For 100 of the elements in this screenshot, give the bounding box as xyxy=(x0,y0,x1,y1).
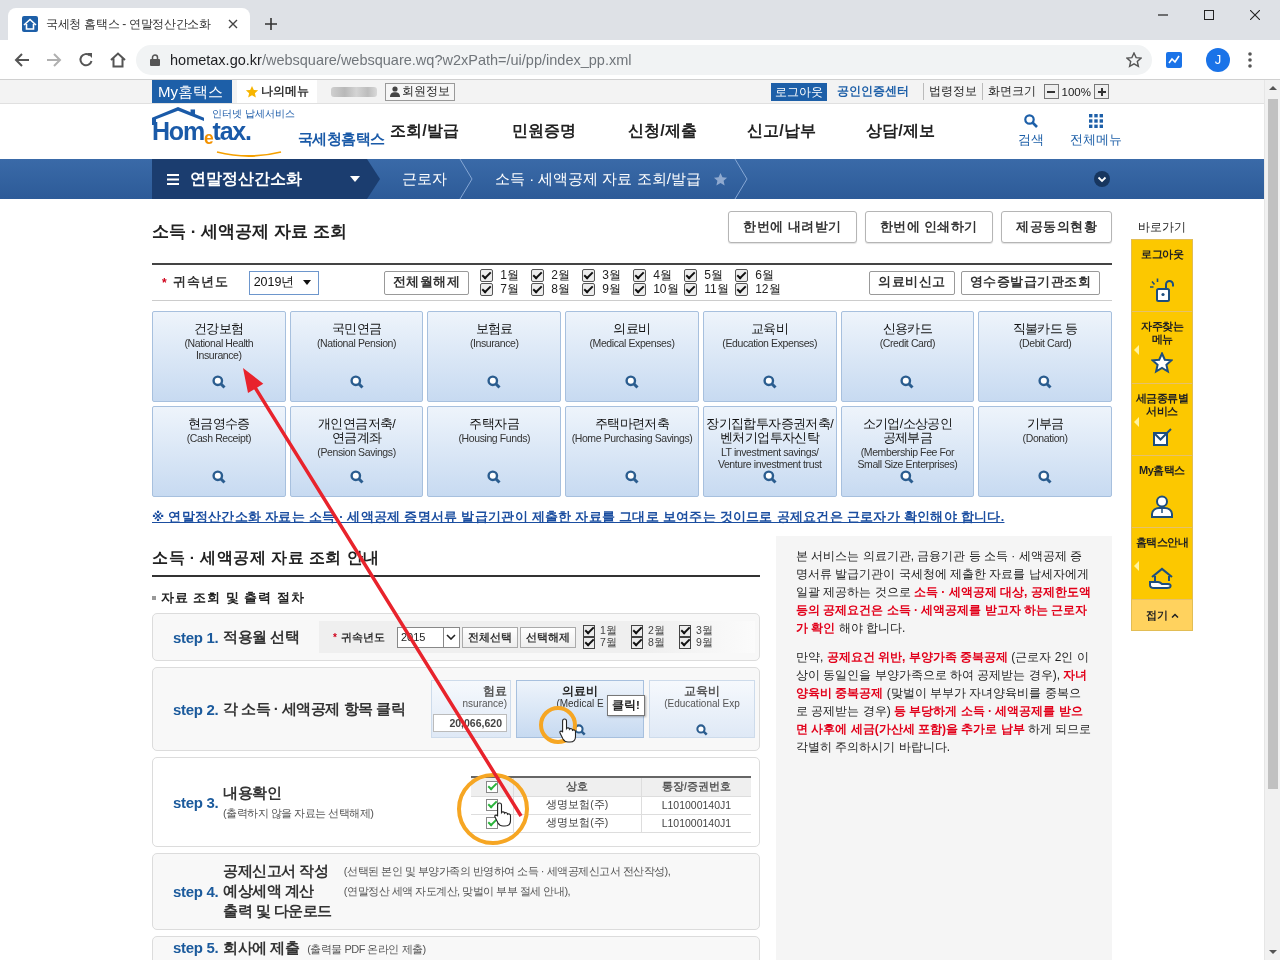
category-tile[interactable]: 개인연금저축/ 연금계좌 (Pension Savings) xyxy=(289,406,424,497)
logout-button[interactable]: 로그아웃 xyxy=(770,82,827,101)
scrollbar-thumb[interactable] xyxy=(1267,99,1278,789)
main-menu-item[interactable]: 신고/납부 xyxy=(722,121,841,142)
category-tile[interactable]: 현금영수증 (Cash Receipt) xyxy=(152,406,286,497)
row-checkbox[interactable] xyxy=(485,799,498,811)
year-select[interactable]: 2019년 xyxy=(248,270,319,295)
extension-icon[interactable] xyxy=(1166,51,1182,68)
more-icon[interactable] xyxy=(1248,51,1252,68)
section-menu-button[interactable]: 연말정산간소화 xyxy=(152,159,380,199)
month-checkbox[interactable] xyxy=(633,269,647,282)
my-menu-link[interactable]: 나의메뉴 xyxy=(237,80,317,103)
collapse-button[interactable]: 접기 xyxy=(1132,600,1192,630)
quick-menu-item[interactable]: 로그아웃 xyxy=(1132,240,1192,312)
filter-link-button[interactable]: 영수증발급기관조회 xyxy=(960,270,1100,295)
chevron-down-icon[interactable] xyxy=(1094,171,1110,187)
category-tile[interactable]: 교육비 (Education Expenses) xyxy=(702,311,837,402)
category-tile[interactable]: 건강보험 (National Health Insurance) xyxy=(152,311,286,402)
close-icon[interactable] xyxy=(228,19,238,29)
month-checkbox[interactable] xyxy=(684,269,698,282)
breadcrumb-link[interactable]: 소득 · 세액공제 자료 조회/발급 xyxy=(473,169,713,189)
category-tile[interactable]: 장기집합투자증권저축/ 벤처기업투자신탁 LT investment savings/ Venture investment trust xyxy=(702,406,837,497)
search-icon xyxy=(487,375,502,389)
cert-center-link[interactable]: 공인인증센터 xyxy=(836,83,909,100)
main-menu-item[interactable]: 민원증명 xyxy=(484,121,603,142)
month-checkbox[interactable] xyxy=(582,625,595,637)
month-checkbox[interactable] xyxy=(630,625,643,637)
category-tile[interactable]: 보험료 (Insurance) xyxy=(427,311,562,402)
minus-icon xyxy=(1047,90,1056,93)
star-icon[interactable] xyxy=(712,171,728,187)
main-menu-item[interactable]: 신청/제출 xyxy=(603,121,722,142)
month-checkbox[interactable] xyxy=(684,283,698,296)
action-button[interactable]: 한번에 인쇄하기 xyxy=(864,211,993,243)
category-tile[interactable]: 의료비 (Medical Expenses) xyxy=(565,311,699,402)
filter-link-button[interactable]: 의료비신고 xyxy=(869,270,955,295)
category-tile[interactable]: 주택마련저축 (Home Purchasing Savings) xyxy=(565,406,699,497)
month-checkbox[interactable] xyxy=(531,269,545,282)
logo-wordmark[interactable]: Hom$_{e}$tax. xyxy=(152,119,295,151)
search-icon xyxy=(762,470,777,484)
category-tile[interactable]: 국민연금 (National Pension) xyxy=(289,311,424,402)
scroll-up-icon[interactable] xyxy=(1268,86,1277,90)
mini-button[interactable]: 전체선택 xyxy=(461,626,518,648)
action-button[interactable]: 제공동의현황 xyxy=(1001,211,1112,243)
quick-menu-item[interactable]: My홈택스 xyxy=(1132,456,1192,528)
browser-tab[interactable]: 국세청 홈택스 - 연말정산간소화 xyxy=(8,8,250,40)
notice-link[interactable]: ※ 연말정산간소화 자료는 소득 · 세액공제 증명서류 발급기관이 제출한 자료를 그대로 보여주는 것이므로 공제요건은 근로자가 확인해야 합니다. xyxy=(152,509,1005,525)
reload-icon[interactable] xyxy=(78,51,94,68)
mini-category-tile[interactable]: 교육비 (Educational Exp xyxy=(649,680,755,738)
caret-down-icon xyxy=(302,280,311,285)
scroll-down-icon[interactable] xyxy=(1268,950,1277,954)
search-icon xyxy=(349,375,364,389)
close-icon[interactable] xyxy=(1250,10,1260,20)
logo-name[interactable]: 국세청홈택스 xyxy=(297,129,385,149)
back-icon[interactable] xyxy=(14,51,30,68)
breadcrumb-link[interactable]: 근로자 xyxy=(380,169,459,189)
star-icon[interactable] xyxy=(1126,51,1142,68)
quick-menu-item[interactable]: 자주찾는 메뉴 xyxy=(1132,312,1192,384)
category-tile[interactable]: 기부금 (Donation) xyxy=(978,406,1112,497)
month-checkbox[interactable] xyxy=(480,283,494,296)
row-checkbox[interactable] xyxy=(485,817,498,829)
mini-button[interactable]: 선택해제 xyxy=(519,626,576,648)
menu-icon xyxy=(167,173,179,185)
member-info-button[interactable]: 회원정보 xyxy=(385,82,455,101)
month-checkbox[interactable] xyxy=(480,269,494,282)
category-tile[interactable]: 직불카드 등 (Debit Card) xyxy=(978,311,1112,402)
month-checkbox[interactable] xyxy=(678,637,691,649)
scrollbar[interactable] xyxy=(1264,80,1280,960)
month-checkbox[interactable] xyxy=(531,283,545,296)
month-checkbox[interactable] xyxy=(630,637,643,649)
quick-menu-item[interactable]: 세금종류별 서비스 xyxy=(1132,384,1192,456)
search-icon xyxy=(349,470,364,484)
main-menu-item[interactable]: 상담/제보 xyxy=(841,121,960,142)
month-checkbox[interactable] xyxy=(633,283,647,296)
law-info-link[interactable]: 법령정보 xyxy=(922,83,982,100)
header-checkbox[interactable] xyxy=(485,780,498,793)
all-menu-button[interactable]: 전체메뉴 xyxy=(1070,114,1122,149)
address-bar[interactable]: hometax.go.kr/websquare/websquare.wq?w2xPath=/ui/pp/index_pp.xml xyxy=(136,44,1152,75)
plus-icon[interactable] xyxy=(265,18,277,30)
month-checkbox[interactable] xyxy=(582,637,595,649)
zoom-in-button[interactable] xyxy=(1094,84,1109,99)
action-button[interactable]: 한번에 내려받기 xyxy=(728,211,857,243)
month-label: 11월 xyxy=(704,281,729,298)
month-checkbox[interactable] xyxy=(678,625,691,637)
profile-button[interactable]: J xyxy=(1206,47,1230,72)
mini-category-tile[interactable]: 의료비 (Medical E 클릭! xyxy=(516,680,644,738)
month-checkbox[interactable] xyxy=(735,269,749,282)
month-checkbox[interactable] xyxy=(735,283,749,296)
category-tile[interactable]: 주택자금 (Housing Funds) xyxy=(427,406,562,497)
month-checkbox[interactable] xyxy=(582,283,596,296)
maximize-icon[interactable] xyxy=(1204,10,1214,20)
clear-months-button[interactable]: 전체월해제 xyxy=(383,270,470,295)
month-checkbox[interactable] xyxy=(582,269,596,282)
zoom-out-button[interactable] xyxy=(1043,84,1059,99)
category-tile[interactable]: 신용카드 (Credit Card) xyxy=(840,311,975,402)
my-hometax-link[interactable]: My홈택스 xyxy=(152,80,232,103)
search-button[interactable]: 검색 xyxy=(1018,114,1044,149)
home-icon[interactable] xyxy=(110,51,126,68)
breadcrumb-separator xyxy=(459,159,473,199)
step-title: 각 소득 · 세액공제 항목 클릭 xyxy=(223,699,406,719)
category-tile[interactable]: 소기업/소상공인 공제부금 (Membership Fee For Small Size Enterprises) xyxy=(840,406,975,497)
